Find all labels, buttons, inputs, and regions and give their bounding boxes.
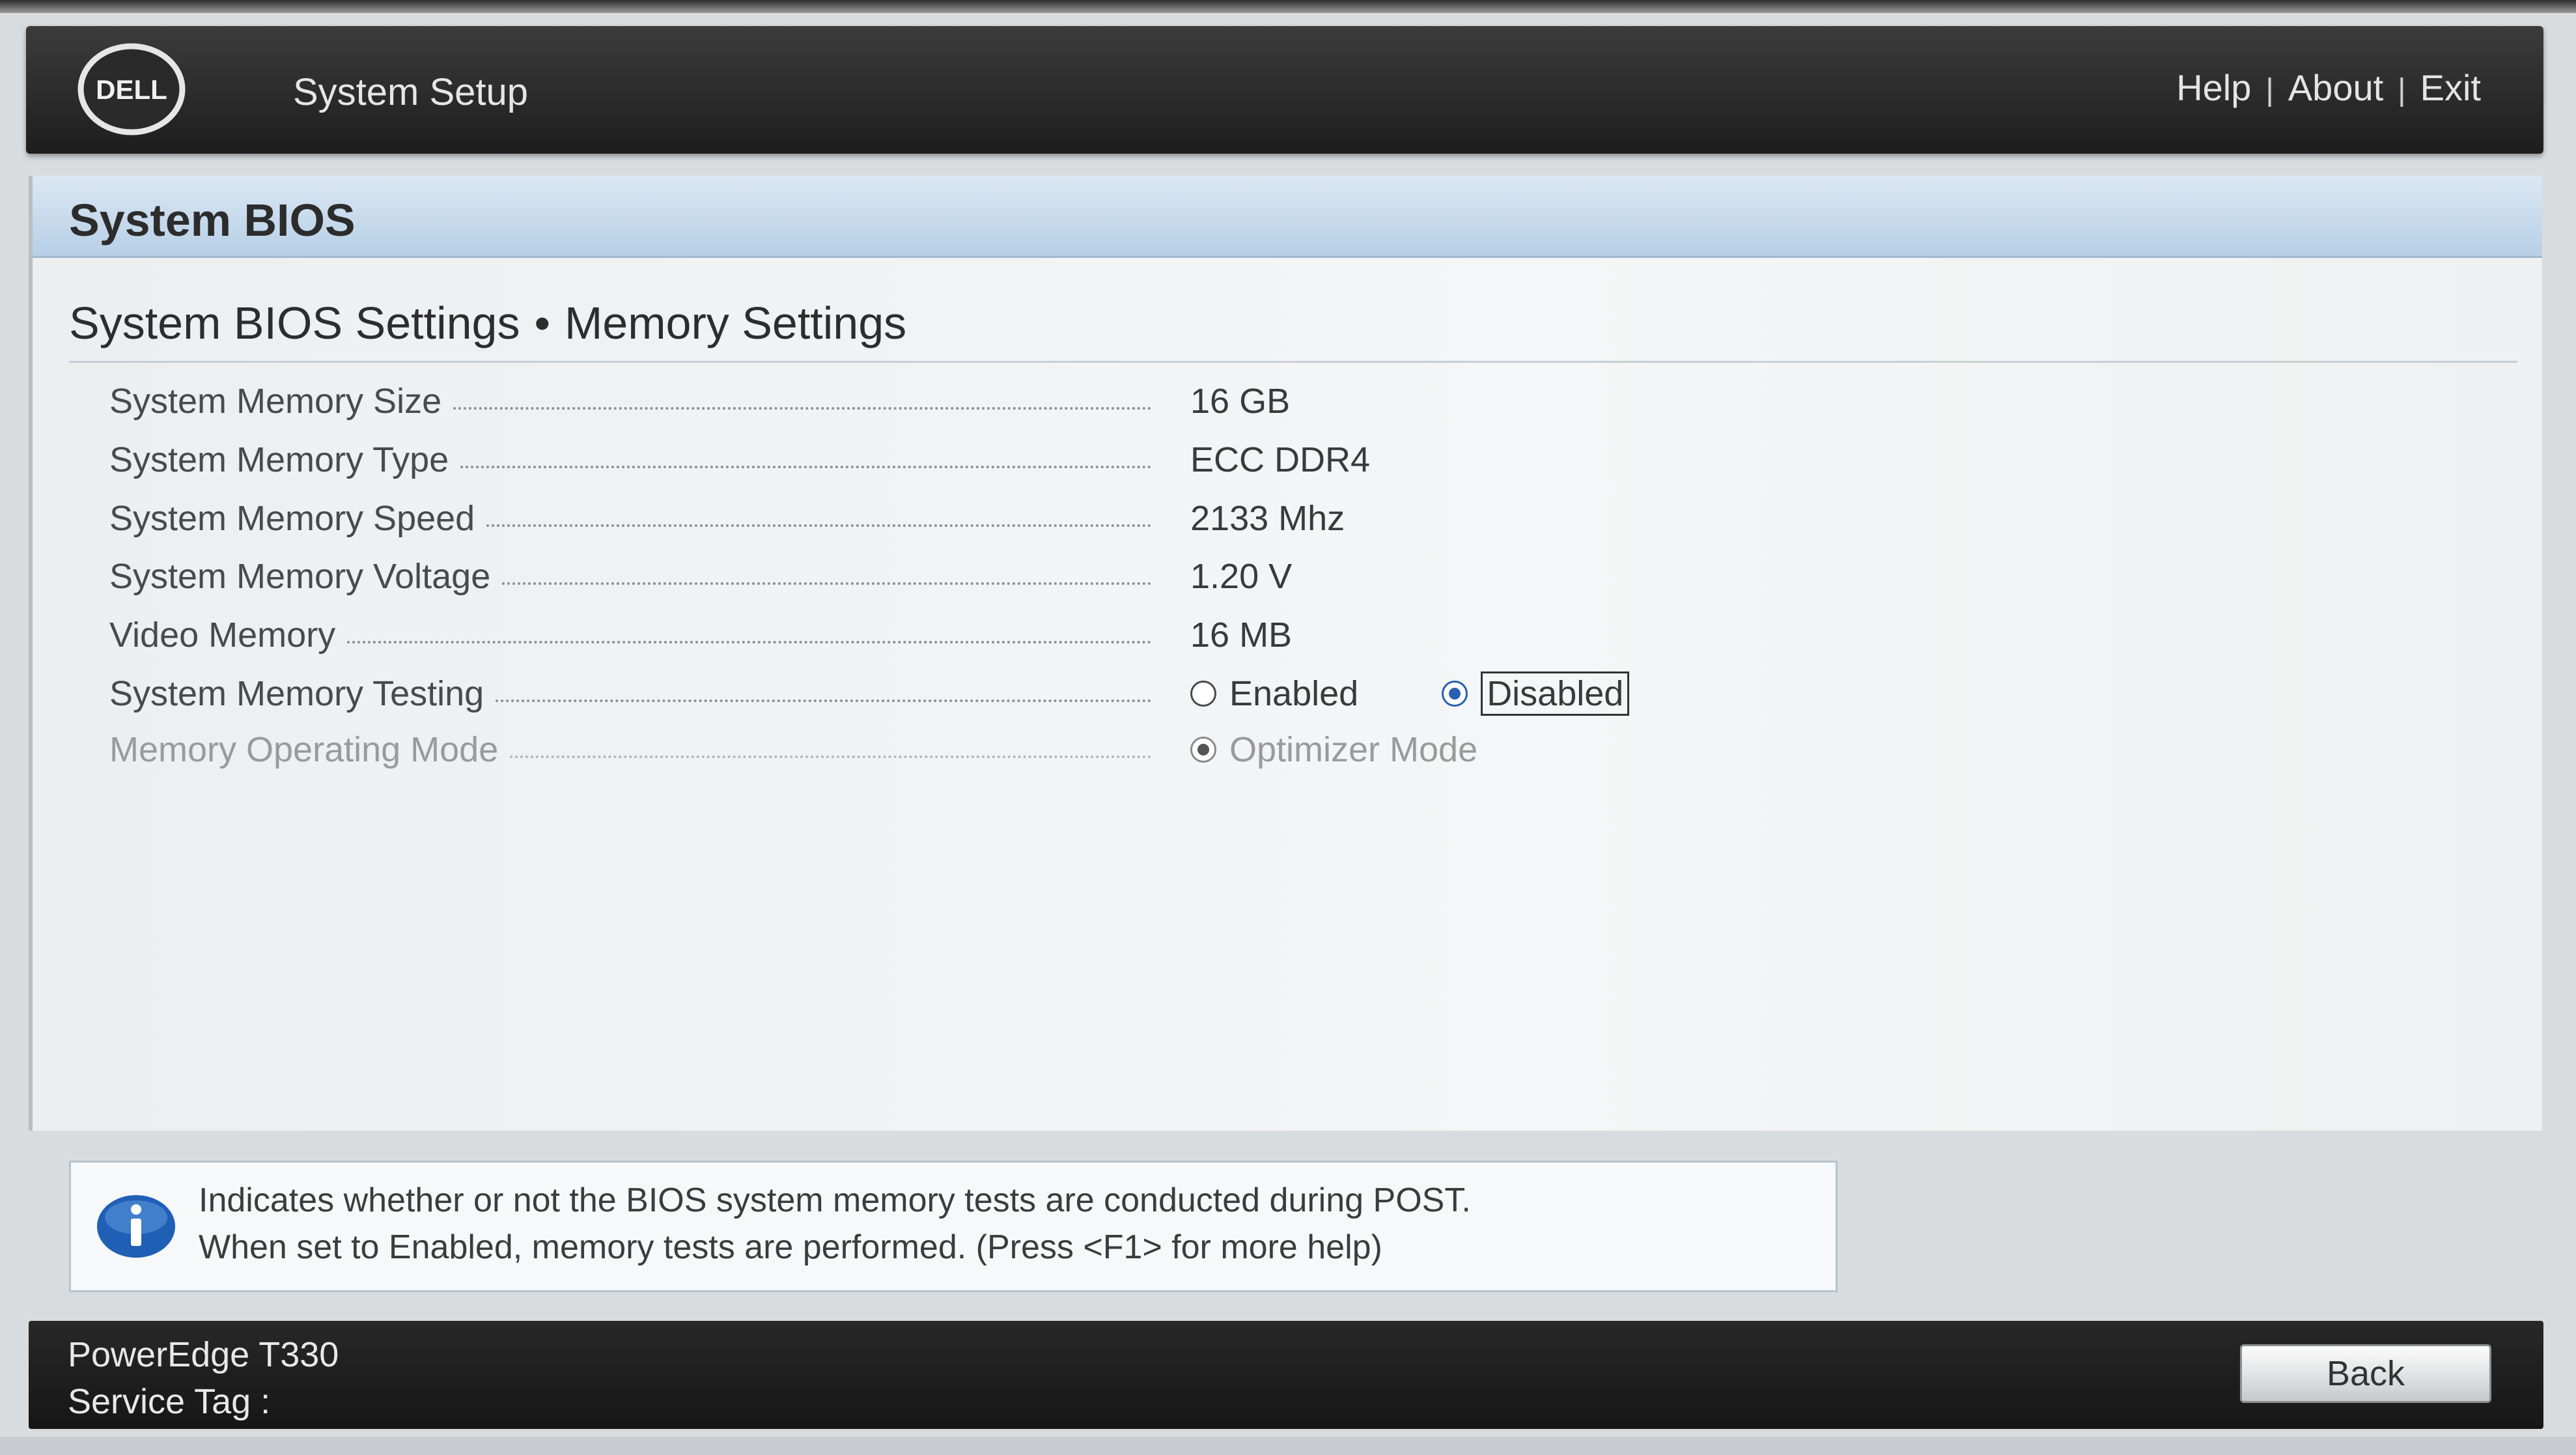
memory-testing-options: Enabled Disabled — [1190, 668, 1630, 720]
setting-label: System Memory Testing — [109, 674, 484, 713]
setting-row-memory-testing: System Memory Testing Enabled Disabled — [109, 668, 2454, 720]
model-name: PowerEdge T330 — [68, 1335, 339, 1374]
svg-text:DELL: DELL — [96, 74, 167, 105]
leader-dots — [502, 582, 1151, 585]
leader-dots — [496, 699, 1151, 702]
memory-testing-disabled-radio[interactable]: Disabled — [1442, 671, 1630, 716]
optimizer-mode-radio: Optimizer Mode — [1190, 729, 1477, 770]
memory-testing-enabled-radio[interactable]: Enabled — [1190, 673, 1358, 714]
setting-row-memory-speed: System Memory Speed 2133 Mhz — [109, 492, 2454, 544]
setting-label: System Memory Type — [109, 440, 449, 479]
radio-checked-icon — [1442, 681, 1468, 707]
leader-dots — [347, 641, 1151, 643]
radio-label: Disabled — [1481, 671, 1630, 716]
breadcrumb: System BIOS Settings • Memory Settings — [69, 297, 906, 349]
breadcrumb-item: System BIOS Settings — [69, 298, 520, 348]
setting-label: System Memory Speed — [109, 499, 475, 538]
screen-top-edge — [0, 0, 2576, 13]
setting-value: 1.20 V — [1190, 557, 1293, 596]
link-separator: | — [2398, 73, 2406, 107]
setting-row-memory-voltage: System Memory Voltage 1.20 V — [109, 550, 2454, 602]
setting-row-memory-size: System Memory Size 16 GB — [109, 375, 2454, 427]
radio-label: Enabled — [1229, 674, 1359, 713]
exit-link[interactable]: Exit — [2420, 67, 2481, 108]
breadcrumb-item: Memory Settings — [565, 298, 907, 348]
help-text: Indicates whether or not the BIOS system… — [199, 1177, 1471, 1271]
service-tag-label: Service Tag : — [68, 1382, 271, 1421]
setting-row-memory-operating-mode: Memory Operating Mode Optimizer Mode — [109, 724, 2454, 776]
panel-header: System BIOS — [33, 176, 2542, 258]
info-icon — [97, 1195, 175, 1258]
help-link[interactable]: Help — [2176, 67, 2251, 108]
app-title: System Setup — [293, 71, 529, 113]
setting-value: ECC DDR4 — [1190, 440, 1371, 479]
page-title: System BIOS — [69, 195, 356, 246]
divider — [69, 361, 2517, 363]
dell-logo: DELL — [77, 43, 186, 135]
setting-label: Video Memory — [109, 615, 336, 655]
help-text-line: Indicates whether or not the BIOS system… — [199, 1181, 1471, 1219]
top-links: Help | About | Exit — [2176, 66, 2481, 109]
setting-row-memory-type: System Memory Type ECC DDR4 — [109, 434, 2454, 486]
help-text-line: When set to Enabled, memory tests are pe… — [199, 1228, 1382, 1266]
top-bar: DELL System Setup Help | About | Exit — [26, 26, 2543, 154]
setting-value: 16 GB — [1190, 382, 1291, 421]
memory-operating-mode-options: Optimizer Mode — [1190, 724, 1477, 776]
leader-dots — [486, 524, 1151, 527]
about-link[interactable]: About — [2288, 67, 2383, 108]
back-button[interactable]: Back — [2240, 1344, 2491, 1403]
bottom-bar: PowerEdge T330 Service Tag : Back — [29, 1321, 2543, 1429]
radio-checked-icon — [1190, 737, 1216, 763]
setting-label: System Memory Size — [109, 382, 442, 421]
settings-panel: System BIOS System BIOS Settings • Memory … — [29, 176, 2542, 1131]
setting-value: 2133 Mhz — [1190, 499, 1345, 538]
setting-label: System Memory Voltage — [109, 557, 491, 596]
leader-dots — [453, 407, 1151, 410]
help-info-box: Indicates whether or not the BIOS system… — [69, 1161, 1838, 1292]
radio-unchecked-icon — [1190, 681, 1216, 707]
leader-dots — [510, 756, 1151, 758]
breadcrumb-separator: • — [534, 298, 550, 348]
link-separator: | — [2265, 73, 2274, 107]
setting-value: 16 MB — [1190, 615, 1293, 655]
leader-dots — [460, 466, 1151, 468]
setting-label: Memory Operating Mode — [109, 730, 499, 769]
system-info: PowerEdge T330 Service Tag : — [68, 1331, 339, 1425]
radio-label: Optimizer Mode — [1229, 730, 1478, 769]
setting-row-video-memory: Video Memory 16 MB — [109, 609, 2454, 661]
screen-bottom-edge — [0, 1437, 2576, 1455]
